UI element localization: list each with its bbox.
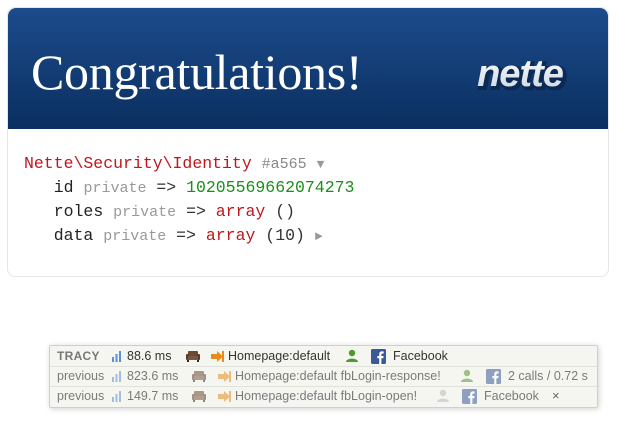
tracy-row-prefix: previous (57, 369, 105, 383)
dump-class-name: Nette\Security\Identity (24, 154, 252, 173)
sofa-icon (186, 350, 200, 362)
tracy-request-name: Homepage:default fbLogin-open! (235, 389, 418, 403)
tracy-row-prefix: previous (57, 389, 105, 403)
page-title: Congratulations! (31, 44, 363, 100)
facebook-icon (371, 348, 386, 364)
tracy-user-panel[interactable] (345, 346, 359, 366)
user-icon (461, 369, 473, 382)
bar-chart-icon (112, 390, 121, 402)
tracy-facebook-panel[interactable]: 2 calls / 0.72 s (486, 366, 588, 386)
tracy-request-name: Homepage:default fbLogin-response! (235, 369, 441, 383)
tracy-facebook-label: 2 calls / 0.72 s (508, 369, 588, 383)
close-icon[interactable]: × (552, 386, 560, 406)
tracy-sofa-panel[interactable] (185, 346, 201, 366)
svg-text:nette: nette (477, 53, 564, 95)
tracy-row-current: TRACY 88.6 ms Homepage:default Facebook (50, 346, 597, 366)
bar-chart-icon (112, 370, 121, 382)
tracy-facebook-label: Facebook (484, 389, 539, 403)
dump-prop-op: => (176, 226, 196, 245)
tracy-time-panel[interactable]: 823.6 ms (111, 366, 178, 386)
dump-prop-value-rest: (10) (265, 226, 305, 245)
dump-prop-value-rest: () (275, 202, 296, 221)
tracy-sofa-panel[interactable] (191, 386, 207, 406)
tracy-facebook-panel[interactable]: Facebook (371, 346, 448, 366)
dump-prop-key: id (53, 178, 74, 197)
tracy-logo[interactable]: TRACY (57, 346, 100, 366)
tracy-user-panel[interactable] (436, 386, 450, 406)
dump-prop-visibility: private (83, 180, 147, 197)
dump-prop-value-kw: array (205, 226, 256, 245)
facebook-icon (486, 368, 501, 384)
enter-arrow-icon (218, 370, 231, 382)
facebook-icon (462, 388, 477, 404)
tracy-row-previous: previous 823.6 ms Homepage:default fbLog… (50, 366, 597, 386)
tracy-time-panel[interactable]: 149.7 ms (111, 386, 178, 406)
dump-prop-value-kw: array (215, 202, 266, 221)
dump-prop-op: => (186, 202, 206, 221)
sofa-icon (192, 370, 206, 382)
user-icon (437, 389, 449, 402)
tracy-time: 149.7 ms (127, 389, 179, 403)
tracy-row-previous: previous 149.7 ms Homepage:default fbLog… (50, 386, 597, 406)
dump-prop-op: => (156, 178, 177, 197)
dump-prop-visibility: private (103, 228, 167, 245)
tracy-user-panel[interactable] (460, 366, 474, 386)
tracy-request-panel[interactable]: Homepage:default fbLogin-open! (217, 386, 417, 406)
tracy-time: 88.6 ms (127, 349, 172, 363)
enter-arrow-icon (218, 390, 231, 402)
collapse-toggle-icon[interactable]: ▼ (317, 157, 325, 172)
tracy-time: 823.6 ms (127, 369, 179, 383)
tracy-request-panel[interactable]: Homepage:default fbLogin-response! (217, 366, 441, 386)
tracy-sofa-panel[interactable] (191, 366, 207, 386)
sofa-icon (192, 390, 206, 402)
tracy-request-panel[interactable]: Homepage:default (210, 346, 330, 366)
dump-prop-key: data (53, 226, 94, 245)
tracy-request-name: Homepage:default (228, 349, 331, 363)
tracy-time-panel[interactable]: 88.6 ms (111, 346, 171, 366)
tracy-facebook-label: Facebook (393, 349, 448, 363)
nette-logo: nette nette (477, 53, 569, 99)
dump-prop-visibility: private (113, 204, 177, 221)
page-header: Congratulations! nette nette (8, 8, 608, 129)
dump-prop-value: 10205569662074273 (186, 178, 355, 197)
dump-prop-key: roles (53, 202, 104, 221)
bar-chart-icon (112, 350, 121, 362)
tracy-facebook-panel[interactable]: Facebook (462, 386, 539, 406)
expand-toggle-icon[interactable]: ► (315, 229, 323, 244)
user-icon (346, 349, 358, 362)
enter-arrow-icon (211, 350, 224, 362)
tracy-debug-bar: TRACY 88.6 ms Homepage:default Facebook … (49, 345, 598, 408)
dump-object-hash: #a565 (261, 156, 307, 173)
object-dump: Nette\Security\Identity #a565 ▼ id priva… (24, 152, 354, 248)
